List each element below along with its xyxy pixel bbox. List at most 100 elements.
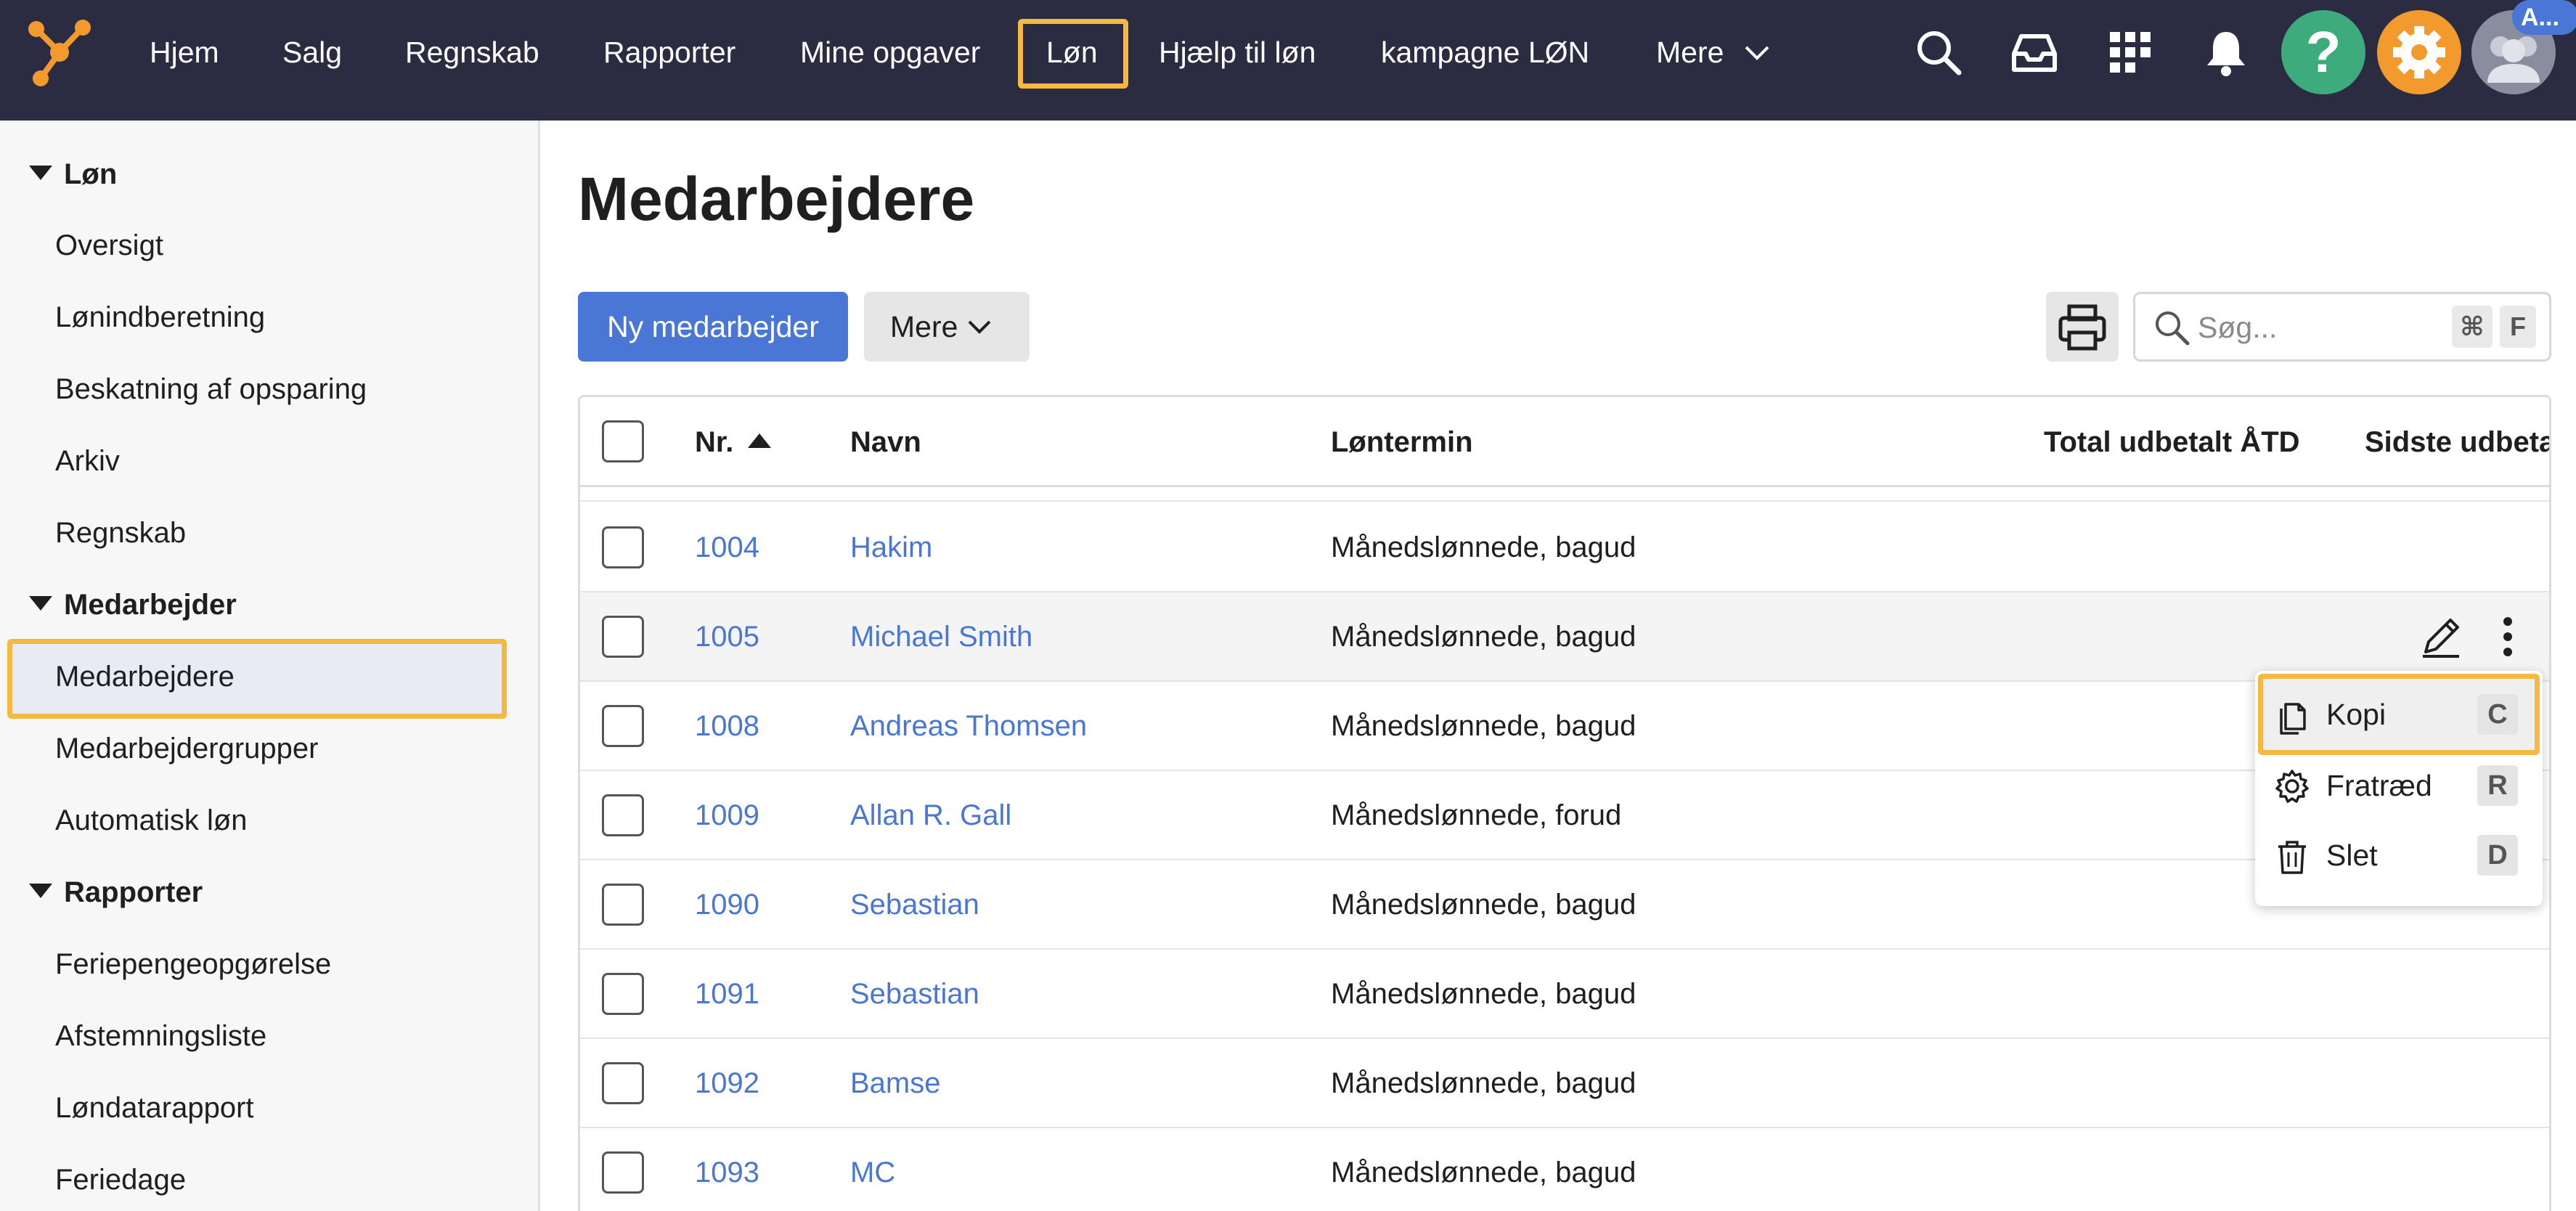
sidebar-item-londatarapport[interactable]: Løndatarapport bbox=[55, 1086, 254, 1130]
nav-hjaelp-til-lon[interactable]: Hjælp til løn bbox=[1159, 32, 1316, 73]
nav-lon[interactable]: Løn bbox=[1046, 32, 1098, 73]
employee-name-link[interactable]: Allan R. Gall bbox=[850, 794, 1011, 836]
help-button[interactable]: ? bbox=[2281, 10, 2365, 94]
table-row[interactable]: 1092 Bamse Månedslønnede, bagud bbox=[580, 1039, 2549, 1128]
top-navigation: Hjem Salg Regnskab Rapporter Mine opgave… bbox=[0, 0, 2576, 121]
sidebar-section-rapporter[interactable]: Rapporter bbox=[29, 870, 203, 914]
menu-item-kopi[interactable]: Kopi C bbox=[2255, 680, 2543, 749]
more-actions-label: Mere bbox=[890, 310, 958, 343]
sidebar-item-oversigt[interactable]: Oversigt bbox=[55, 224, 163, 267]
row-checkbox[interactable] bbox=[602, 1151, 644, 1194]
sidebar-item-beskatning[interactable]: Beskatning af opsparing bbox=[55, 367, 367, 411]
row-checkbox[interactable] bbox=[602, 526, 644, 568]
table-row[interactable]: 1008 Andreas Thomsen Månedslønnede, bagu… bbox=[580, 682, 2549, 771]
column-nr-label: Nr. bbox=[695, 426, 734, 458]
caret-down-icon bbox=[29, 596, 52, 611]
column-sidste-udbetaling[interactable]: Sidste udbetaling bbox=[2365, 422, 2549, 462]
nav-mere[interactable]: Mere bbox=[1656, 32, 1724, 73]
employee-nr-link[interactable]: 1004 bbox=[695, 526, 759, 568]
sidebar-section-medarbejder[interactable]: Medarbejder bbox=[29, 583, 237, 627]
sidebar-item-afstemningsliste[interactable]: Afstemningsliste bbox=[55, 1014, 266, 1058]
gear-icon bbox=[2393, 26, 2445, 78]
more-vertical-icon[interactable] bbox=[2482, 611, 2533, 662]
page-title: Medarbejdere bbox=[578, 165, 975, 233]
row-checkbox[interactable] bbox=[602, 884, 644, 926]
table-row[interactable]: 1009 Allan R. Gall Månedslønnede, forud bbox=[580, 771, 2549, 860]
nav-regnskab[interactable]: Regnskab bbox=[405, 32, 539, 73]
inbox-icon[interactable] bbox=[2008, 26, 2061, 78]
apps-grid-icon[interactable] bbox=[2104, 26, 2156, 78]
sidebar-section-lon[interactable]: Løn bbox=[29, 152, 117, 196]
employee-name-link[interactable]: Hakim bbox=[850, 526, 932, 568]
bell-icon[interactable] bbox=[2200, 26, 2252, 78]
employee-lontermin: Månedslønnede, bagud bbox=[1331, 1067, 1637, 1099]
caret-down-icon bbox=[29, 166, 52, 181]
employee-nr-link[interactable]: 1090 bbox=[695, 884, 759, 926]
employee-name-link[interactable]: Sebastian bbox=[850, 884, 979, 926]
menu-item-label: Slet bbox=[2326, 839, 2378, 872]
nav-mine-opgaver[interactable]: Mine opgaver bbox=[800, 32, 980, 73]
edit-pencil-icon[interactable] bbox=[2416, 611, 2466, 662]
row-checkbox[interactable] bbox=[602, 973, 644, 1015]
table-row[interactable]: 1091 Sebastian Månedslønnede, bagud bbox=[580, 950, 2549, 1039]
sidebar-item-arkiv[interactable]: Arkiv bbox=[55, 439, 120, 483]
trash-icon bbox=[2278, 841, 2306, 874]
table-row[interactable]: 1093 MC Månedslønnede, bagud bbox=[580, 1128, 2549, 1211]
nav-rapporter[interactable]: Rapporter bbox=[603, 32, 735, 73]
menu-item-slet[interactable]: Slet D bbox=[2255, 820, 2543, 890]
shortcut-f-key: F bbox=[2500, 306, 2536, 348]
employee-name-link[interactable]: Sebastian bbox=[850, 973, 979, 1015]
search-field[interactable]: ⌘ F bbox=[2133, 292, 2551, 362]
select-all-checkbox[interactable] bbox=[602, 420, 644, 462]
employee-name-link[interactable]: Andreas Thomsen bbox=[850, 705, 1087, 747]
chevron-down-icon[interactable] bbox=[1744, 45, 1770, 61]
sidebar-section-title: Løn bbox=[64, 158, 118, 190]
column-nr[interactable]: Nr. bbox=[695, 422, 774, 462]
employee-lontermin: Månedslønnede, bagud bbox=[1331, 531, 1637, 563]
search-input[interactable] bbox=[2198, 307, 2430, 348]
sidebar-item-feriedage[interactable]: Feriedage bbox=[55, 1158, 186, 1202]
sidebar-item-medarbejdere[interactable]: Medarbejdere bbox=[55, 655, 235, 698]
row-checkbox[interactable] bbox=[602, 1062, 644, 1104]
table-row[interactable]: 1004 Hakim Månedslønnede, bagud bbox=[580, 503, 2549, 592]
row-checkbox[interactable] bbox=[602, 705, 644, 747]
print-button[interactable] bbox=[2046, 292, 2119, 362]
employee-nr-link[interactable]: 1008 bbox=[695, 705, 759, 747]
employee-lontermin: Månedslønnede, forud bbox=[1331, 799, 1622, 831]
nav-kampagne-lon[interactable]: kampagne LØN bbox=[1381, 32, 1589, 73]
shortcut-key: D bbox=[2477, 835, 2518, 876]
settings-button[interactable] bbox=[2377, 10, 2461, 94]
nav-salg[interactable]: Salg bbox=[282, 32, 342, 73]
employee-lontermin: Månedslønnede, bagud bbox=[1331, 889, 1637, 921]
employee-name-link[interactable]: Bamse bbox=[850, 1062, 941, 1104]
sidebar-item-regnskab[interactable]: Regnskab bbox=[55, 511, 186, 555]
new-employee-button[interactable]: Ny medarbejder bbox=[578, 292, 848, 362]
app-logo-icon[interactable] bbox=[26, 17, 93, 87]
row-checkbox[interactable] bbox=[602, 616, 644, 658]
employee-nr-link[interactable]: 1009 bbox=[695, 794, 759, 836]
table-row[interactable]: 1090 Sebastian Månedslønnede, bagud bbox=[580, 860, 2549, 950]
sidebar-item-medarbejdergrupper[interactable]: Medarbejdergrupper bbox=[55, 727, 318, 770]
employee-nr-link[interactable]: 1092 bbox=[695, 1062, 759, 1104]
sidebar-item-feriepengeopgorelse[interactable]: Feriepengeopgørelse bbox=[55, 942, 331, 986]
table-row[interactable]: 1005 Michael Smith Månedslønnede, bagud bbox=[580, 592, 2549, 682]
employee-nr-link[interactable]: 1093 bbox=[695, 1151, 759, 1194]
column-navn[interactable]: Navn bbox=[850, 422, 921, 462]
menu-item-fratraed[interactable]: Fratræd R bbox=[2255, 751, 2543, 820]
column-lontermin[interactable]: Løntermin bbox=[1331, 422, 1473, 462]
employee-name-link[interactable]: Michael Smith bbox=[850, 616, 1032, 658]
row-checkbox[interactable] bbox=[602, 794, 644, 836]
employee-name-link[interactable]: MC bbox=[850, 1151, 895, 1194]
sidebar-item-automatisk-lon[interactable]: Automatisk løn bbox=[55, 799, 248, 842]
shortcut-key: C bbox=[2477, 694, 2518, 735]
more-actions-button[interactable]: Mere bbox=[864, 292, 1030, 362]
search-icon[interactable] bbox=[1912, 26, 1965, 78]
employee-nr-link[interactable]: 1005 bbox=[695, 616, 759, 658]
sidebar-item-lonindberetning[interactable]: Lønindberetning bbox=[55, 295, 265, 339]
employee-nr-link[interactable]: 1091 bbox=[695, 973, 759, 1015]
printer-icon bbox=[2058, 304, 2106, 351]
nav-hjem[interactable]: Hjem bbox=[150, 32, 219, 73]
chevron-down-icon bbox=[968, 320, 991, 334]
column-total-udbetalt[interactable]: Total udbetalt ÅTD bbox=[2044, 422, 2300, 462]
header-separator bbox=[580, 487, 2549, 502]
